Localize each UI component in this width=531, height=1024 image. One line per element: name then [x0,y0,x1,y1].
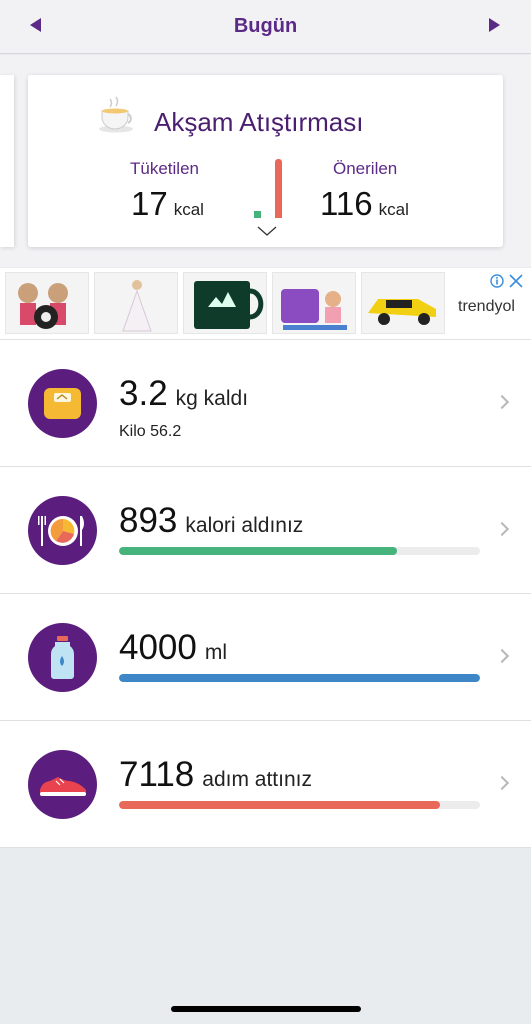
top-nav-bar: Bugün [0,0,531,54]
sneaker-icon [40,777,86,796]
toy-set-image [281,289,347,330]
chevron-right-icon [494,775,510,791]
steps-row[interactable]: 7118 adım attınız [0,721,531,848]
recommended-unit: kcal [378,200,409,219]
ad-product-toy-dolls[interactable] [5,272,89,334]
consumed-bar [254,211,261,218]
toy-car-image [368,299,436,325]
calories-progress-fill [119,547,397,555]
calories-consumed: 893 kalori aldınız [119,501,303,541]
steps-progress-bar [119,801,480,809]
sneaker-icon-badge [28,750,97,819]
recommended-label: Önerilen [333,159,398,178]
toy-dolls-image [18,283,68,329]
water-icon-badge [28,623,97,692]
consumed-unit: kcal [173,200,204,219]
mug-image [194,281,264,329]
steps-value: 7118 [119,755,195,794]
chevron-right-icon [494,521,510,537]
water-value: 4000 [119,628,197,667]
scale-icon [44,388,81,419]
home-indicator[interactable] [171,1006,361,1012]
weight-remaining: 3.2 kg kaldı [119,374,248,414]
water-row[interactable]: 4000 ml [0,594,531,721]
chevron-right-icon [494,648,510,664]
weight-row[interactable]: 3.2 kg kaldı Kilo 56.2 [0,340,531,467]
ad-brand-logo: trendyol [458,298,515,315]
chevron-down-icon[interactable] [256,225,278,237]
ad-product-toy-set[interactable] [272,272,356,334]
next-day-arrow-icon[interactable] [489,18,500,32]
teacup-icon [99,96,133,133]
scale-icon-badge [28,369,97,438]
current-weight: Kilo 56.2 [119,423,182,440]
water-unit: ml [204,641,228,664]
ad-product-mug[interactable] [183,272,267,334]
meal-carousel[interactable]: Akşam Atıştırması Tüketilen 17 kcal Öneri… [0,55,531,267]
water-intake: 4000 ml [119,628,227,668]
weight-value: 3.2 [119,374,168,413]
plate-icon-badge [28,496,97,565]
water-progress-bar [119,674,480,682]
steps-text: adım attınız [202,768,312,791]
ad-info-close-icon[interactable] [490,272,526,290]
meal-title: Akşam Atıştırması [154,107,364,137]
weight-text: kg kaldı [175,387,249,410]
plate-cutlery-icon [38,516,84,546]
calories-value: 893 [119,501,178,540]
page-title: Bugün [233,15,298,37]
doll-image [122,280,152,332]
recommended-value: 116 kcal [320,185,409,223]
calories-progress-bar [119,547,480,555]
previous-meal-card-edge[interactable] [0,75,14,247]
chevron-right-icon [494,394,510,410]
calories-row[interactable]: 893 kalori aldınız [0,467,531,594]
steps-taken: 7118 adım attınız [119,755,312,795]
recommended-number: 116 [320,185,373,222]
consumed-label: Tüketilen [130,159,199,178]
ad-product-toy-car[interactable] [361,272,445,334]
meal-card[interactable]: Akşam Atıştırması Tüketilen 17 kcal Öneri… [28,75,503,247]
water-progress-fill [119,674,480,682]
consumed-number: 17 [131,185,168,222]
ad-banner[interactable]: trendyol [0,268,531,340]
ad-product-doll[interactable] [94,272,178,334]
water-bottle-icon [51,636,74,679]
steps-progress-fill [119,801,441,809]
recommended-bar [275,159,282,218]
consumed-value: 17 kcal [131,185,204,223]
calories-text: kalori aldınız [185,514,304,537]
